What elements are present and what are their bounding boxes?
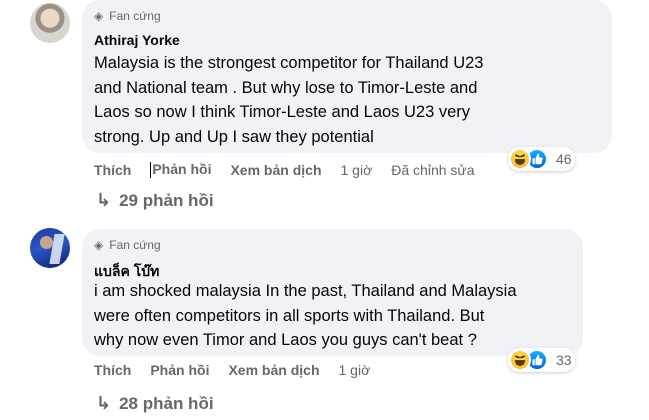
diamond-icon: ◈ xyxy=(94,9,104,23)
reply-button-label: Phản hồi xyxy=(152,161,212,177)
comment-line: i am shocked malaysia In the past, Thail… xyxy=(94,282,517,300)
fan-badge: ◈ Fan cứng xyxy=(94,238,161,252)
comment-text: Malaysia is the strongest competitor for… xyxy=(94,51,483,149)
view-replies-link[interactable]: ↳ 29 phản hồi xyxy=(96,190,214,211)
comment-time[interactable]: 1 giờ xyxy=(341,162,373,178)
translate-button[interactable]: Xem bản dịch xyxy=(228,362,319,378)
avatar[interactable] xyxy=(30,228,70,268)
haha-icon xyxy=(509,349,531,371)
comment-actions: Thích Phản hồi Xem bản dịch 1 giờ xyxy=(94,362,389,378)
reaction-count: 33 xyxy=(556,352,572,368)
avatar[interactable] xyxy=(30,3,70,43)
diamond-icon: ◈ xyxy=(94,238,104,252)
comment-bubble: ◈ Fan cứng Athiraj Yorke Malaysia is the… xyxy=(82,0,612,153)
comment-line: strong. Up and Up I saw they potential xyxy=(94,127,374,146)
comment-actions: Thích Phản hồi Xem bản dịch 1 giờ Đã chỉ… xyxy=(94,161,494,179)
reply-button[interactable]: Phản hồi xyxy=(150,161,212,179)
fan-badge-label: Fan cứng xyxy=(109,9,161,23)
replies-count-label: 28 phản hồi xyxy=(119,393,214,413)
reply-arrow-icon: ↳ xyxy=(96,190,112,210)
comment-text: i am shocked malaysia In the past, Thail… xyxy=(94,279,517,353)
reaction-count: 46 xyxy=(556,151,572,167)
comment-bubble: ◈ Fan cứng แบล็ค โบ๊ท i am shocked malay… xyxy=(82,229,583,356)
comment-line: were often competitors in all sports wit… xyxy=(94,306,485,325)
comment-author[interactable]: Athiraj Yorke xyxy=(94,32,180,48)
reactions-summary[interactable]: 33 xyxy=(508,348,575,372)
haha-icon xyxy=(509,148,531,170)
comment-line: and National team . But why lose to Timo… xyxy=(94,78,478,97)
fan-badge-label: Fan cứng xyxy=(109,238,161,252)
reply-button[interactable]: Phản hồi xyxy=(150,362,209,378)
edited-label: Đã chỉnh sửa xyxy=(391,161,475,178)
reply-arrow-icon: ↳ xyxy=(96,393,112,413)
comment-line: Malaysia is the strongest competitor for… xyxy=(94,54,484,72)
reactions-summary[interactable]: 46 xyxy=(508,147,575,171)
comment-time[interactable]: 1 giờ xyxy=(339,362,371,378)
fan-badge: ◈ Fan cứng xyxy=(94,9,161,23)
translate-button[interactable]: Xem bản dịch xyxy=(230,162,321,178)
like-button[interactable]: Thích xyxy=(94,162,131,178)
replies-count-label: 29 phản hồi xyxy=(119,190,214,210)
like-button[interactable]: Thích xyxy=(94,362,131,378)
comment-line: Laos so now I think Timor-Leste and Laos… xyxy=(94,103,471,121)
comment-line: why now even Timor and Laos you guys can… xyxy=(94,331,477,349)
view-replies-link[interactable]: ↳ 28 phản hồi xyxy=(96,393,214,414)
